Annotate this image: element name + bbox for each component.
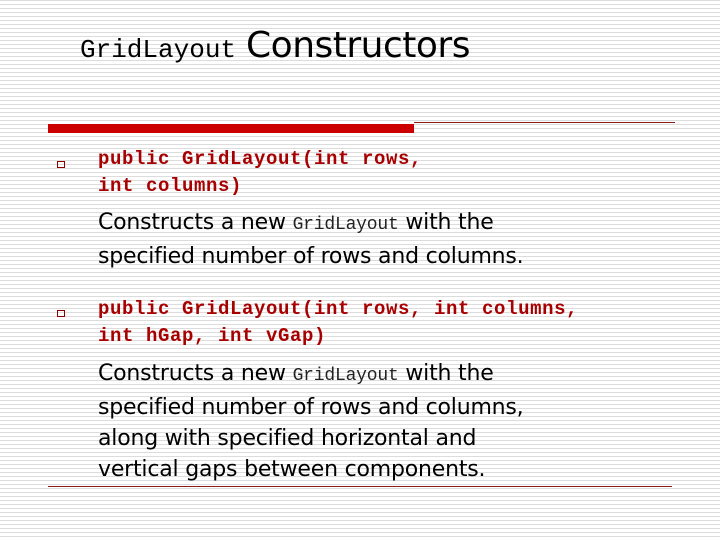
title-accent-bar (48, 124, 414, 133)
description-line: specified number of rows and columns. (98, 244, 524, 269)
description-text: Constructs a new (98, 361, 293, 386)
title-text-part: Constructors (246, 25, 470, 66)
signature-line: public GridLayout(int rows, (98, 148, 423, 170)
signature-line: int hGap, int vGap) (98, 325, 327, 347)
title-code-part: GridLayout (80, 35, 237, 65)
hollow-square-bullet-icon (57, 310, 65, 317)
constructor-description-1: Constructs a new GridLayout with the spe… (98, 207, 524, 272)
footer-rule-line (48, 486, 672, 487)
slide-title: GridLayout Constructors (80, 28, 470, 64)
description-line: along with specified horizontal and (98, 426, 477, 451)
title-rule-line (414, 122, 675, 123)
signature-line: int columns) (98, 175, 243, 197)
description-text: Constructs a new (98, 210, 293, 235)
constructor-signature-1: public GridLayout(int rows, int columns) (98, 146, 422, 200)
description-text: with the (398, 361, 494, 386)
inline-code: GridLayout (292, 366, 399, 386)
inline-code: GridLayout (292, 215, 399, 235)
constructor-description-2: Constructs a new GridLayout with the spe… (98, 358, 524, 485)
description-line: Constructs a new GridLayout with the (98, 358, 523, 392)
hollow-square-bullet-icon (57, 161, 65, 168)
description-line: specified number of rows and columns, (98, 395, 524, 420)
slide: GridLayout Constructors public GridLayout… (0, 0, 720, 540)
description-line: vertical gaps between components. (98, 457, 486, 482)
signature-line: public GridLayout(int rows, int columns, (98, 298, 579, 320)
description-text: with the (398, 210, 494, 235)
constructor-signature-2: public GridLayout(int rows, int columns,… (98, 296, 578, 350)
description-line: Constructs a new GridLayout with the (98, 207, 523, 241)
